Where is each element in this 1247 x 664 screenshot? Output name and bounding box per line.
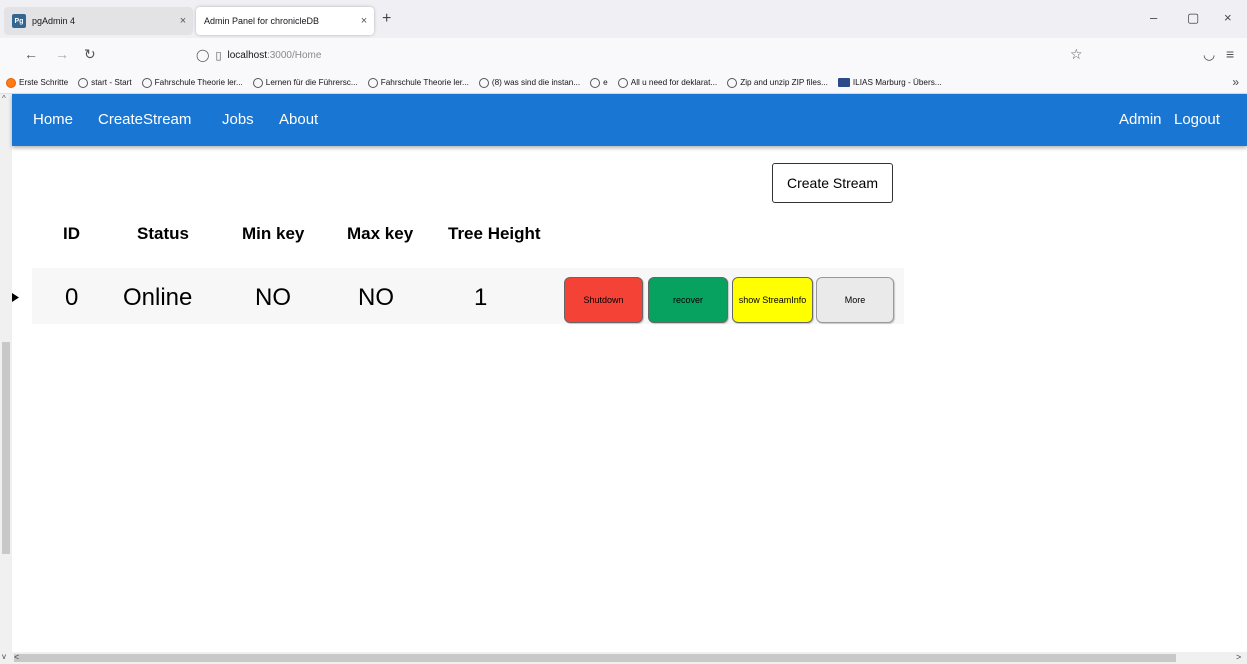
- bookmark-label: ILIAS Marburg - Übers...: [852, 78, 942, 87]
- more-button[interactable]: More: [816, 277, 894, 323]
- restore-button[interactable]: ▢: [1187, 10, 1199, 26]
- bookmark-item[interactable]: Erste Schritte: [6, 77, 69, 88]
- column-header-tree-height: Tree Height: [448, 224, 541, 243]
- cell-max-key: NO: [358, 284, 394, 311]
- globe-icon: [252, 77, 263, 88]
- shield-icon: ◯: [196, 48, 210, 62]
- tab-title: pgAdmin 4: [32, 16, 76, 26]
- bookmark-label: (8) was sind die instan...: [491, 78, 581, 87]
- scroll-up-icon[interactable]: ^: [2, 94, 6, 103]
- column-header-max-key: Max key: [347, 224, 414, 243]
- page-icon: ▯: [215, 49, 222, 62]
- back-arrow-icon[interactable]: ←: [24, 46, 38, 62]
- nav-home[interactable]: Home: [33, 111, 73, 128]
- horizontal-scroll-thumb[interactable]: [14, 654, 1176, 662]
- nav-create-stream[interactable]: CreateStream: [98, 111, 191, 128]
- url-host: localhost: [227, 49, 267, 61]
- tab-pgadmin[interactable]: Pg pgAdmin 4 ×: [4, 7, 193, 35]
- bookmark-label: All u need for deklarat...: [630, 78, 718, 87]
- forward-arrow-icon[interactable]: →: [55, 46, 69, 62]
- bookmark-label: e: [603, 78, 608, 87]
- nav-logout[interactable]: Logout: [1174, 111, 1220, 128]
- bookmark-item[interactable]: Fahrschule Theorie ler...: [367, 77, 469, 88]
- close-icon[interactable]: ×: [354, 15, 374, 27]
- cell-status: Online: [123, 284, 193, 311]
- recover-button[interactable]: recover: [648, 277, 728, 323]
- globe-icon: [617, 77, 628, 88]
- cell-min-key: NO: [255, 284, 291, 311]
- create-stream-button[interactable]: Create Stream: [772, 163, 893, 203]
- bookmark-item[interactable]: Fahrschule Theorie ler...: [141, 77, 243, 88]
- scroll-down-icon[interactable]: v: [2, 652, 6, 661]
- tab-admin-panel[interactable]: Admin Panel for chronicleDB ×: [196, 7, 374, 35]
- firefox-icon: [6, 77, 16, 88]
- cell-id: 0: [65, 284, 79, 311]
- tab-title: Admin Panel for chronicleDB: [204, 16, 320, 26]
- column-header-min-key: Min key: [242, 224, 305, 243]
- vertical-scroll-thumb[interactable]: [2, 342, 10, 554]
- bookmark-item[interactable]: Lernen für die Führersc...: [252, 77, 358, 88]
- nav-admin[interactable]: Admin: [1119, 111, 1162, 128]
- globe-icon: [727, 77, 738, 88]
- new-tab-button[interactable]: +: [382, 10, 391, 28]
- url-bar[interactable]: ◯ ▯ localhost :3000/Home: [196, 42, 1096, 68]
- bookmark-label: Fahrschule Theorie ler...: [154, 78, 243, 87]
- ilias-icon: [837, 78, 850, 87]
- bookmarks-bar: Erste Schritte start - Start Fahrschule …: [0, 72, 1247, 94]
- show-stream-info-button[interactable]: show Stream Info: [732, 277, 813, 323]
- scroll-left-icon[interactable]: <: [14, 652, 19, 662]
- globe-icon: [78, 77, 89, 88]
- browser-tab-bar: Pg pgAdmin 4 × Admin Panel for chronicle…: [0, 0, 1247, 38]
- bookmark-item[interactable]: start - Start: [78, 77, 132, 88]
- column-header-status: Status: [137, 224, 189, 243]
- bookmark-label: Zip and unzip ZIP files...: [740, 78, 828, 87]
- url-path: :3000/Home: [266, 49, 322, 61]
- button-label: show Stream: [738, 295, 792, 305]
- bookmark-item[interactable]: e: [590, 77, 608, 88]
- nav-jobs[interactable]: Jobs: [222, 111, 254, 128]
- bookmark-label: Fahrschule Theorie ler...: [380, 78, 469, 87]
- minimize-button[interactable]: –: [1150, 10, 1157, 25]
- row-pointer-icon: [12, 293, 19, 302]
- pgadmin-icon: Pg: [12, 14, 26, 28]
- bookmark-label: Erste Schritte: [19, 78, 69, 87]
- app-navbar: Home CreateStream Jobs About Admin Logou…: [12, 94, 1247, 146]
- reload-icon[interactable]: ↻: [84, 46, 96, 63]
- bookmark-item[interactable]: (8) was sind die instan...: [478, 77, 581, 88]
- globe-icon: [478, 77, 489, 88]
- bookmark-item[interactable]: ILIAS Marburg - Übers...: [837, 78, 942, 87]
- bookmark-label: Lernen für die Führersc...: [265, 78, 358, 87]
- menu-icon[interactable]: ≡: [1226, 46, 1234, 62]
- nav-about[interactable]: About: [279, 111, 318, 128]
- button-label: Info: [791, 295, 807, 305]
- globe-icon: [141, 77, 152, 88]
- globe-icon: [367, 77, 378, 88]
- column-header-id: ID: [63, 224, 80, 243]
- bookmarks-overflow-button[interactable]: »: [1232, 75, 1239, 89]
- shutdown-button[interactable]: Shutdown: [564, 277, 643, 323]
- cell-tree-height: 1: [474, 284, 488, 311]
- bookmark-item[interactable]: Zip and unzip ZIP files...: [727, 77, 828, 88]
- bookmark-item[interactable]: All u need for deklarat...: [617, 77, 718, 88]
- pocket-icon[interactable]: ◡: [1203, 46, 1215, 63]
- window-close-button[interactable]: ×: [1224, 10, 1232, 25]
- bookmark-label: start - Start: [91, 78, 132, 87]
- globe-icon: [590, 77, 601, 88]
- scroll-right-icon[interactable]: >: [1236, 652, 1241, 662]
- close-icon[interactable]: ×: [173, 15, 193, 27]
